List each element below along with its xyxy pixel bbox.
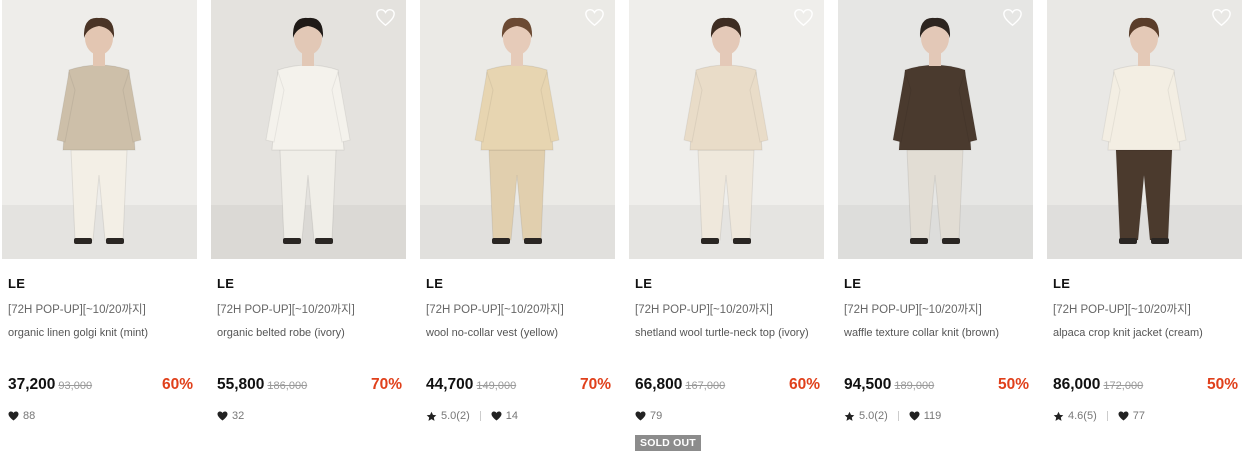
sale-price: 94,500 189,000 — [844, 376, 934, 394]
meta-divider — [897, 411, 899, 421]
original-price: 189,000 — [894, 380, 935, 392]
like-count: 77 — [1132, 410, 1145, 422]
product-meta: 79 — [635, 410, 662, 422]
product-grid: LE [72H POP-UP][~10/20까지] organic linen … — [0, 0, 1245, 463]
wishlist-heart-icon[interactable] — [375, 8, 396, 27]
brand-name[interactable]: LE — [844, 276, 861, 291]
star-icon — [426, 411, 437, 421]
original-price: 167,000 — [685, 380, 726, 392]
discount-rate: 50% — [1206, 376, 1238, 393]
discount-rate: 70% — [579, 376, 611, 393]
sale-price-value: 55,800 — [217, 376, 265, 393]
product-card[interactable]: LE [72H POP-UP][~10/20까지] wool no-collar… — [420, 0, 615, 463]
promo-tag: [72H POP-UP][~10/20까지] — [1053, 304, 1191, 316]
like-count: 88 — [23, 410, 36, 422]
wishlist-heart-icon[interactable] — [1002, 8, 1023, 27]
wishlist-heart-icon[interactable] — [584, 8, 605, 27]
sale-price: 66,800 167,000 — [635, 376, 725, 394]
heart-icon — [909, 411, 920, 421]
discount-rate: 50% — [997, 376, 1029, 393]
product-image[interactable] — [2, 0, 197, 259]
rating: 5.0(2) — [441, 410, 470, 422]
rating: 5.0(2) — [859, 410, 888, 422]
product-meta: 5.0(2) 14 — [426, 410, 518, 422]
heart-icon — [1118, 411, 1129, 421]
original-price: 93,000 — [58, 380, 93, 392]
sale-price: 55,800 186,000 — [217, 376, 307, 394]
wishlist-heart-icon[interactable] — [1211, 8, 1232, 27]
promo-tag: [72H POP-UP][~10/20까지] — [8, 304, 146, 316]
heart-icon — [635, 411, 646, 421]
sale-price: 44,700 149,000 — [426, 376, 516, 394]
product-meta: 88 — [8, 410, 35, 422]
product-name[interactable]: waffle texture collar knit (brown) — [844, 325, 1030, 342]
promo-tag: [72H POP-UP][~10/20까지] — [426, 304, 564, 316]
like-count: 14 — [505, 410, 518, 422]
model-figure — [2, 17, 197, 259]
sold-out-badge: SOLD OUT — [635, 435, 701, 451]
original-price: 149,000 — [476, 380, 517, 392]
star-icon — [844, 411, 855, 421]
meta-divider — [479, 411, 481, 421]
model-figure — [420, 17, 615, 259]
model-figure — [211, 17, 406, 259]
meta-divider — [1106, 411, 1108, 421]
product-card[interactable]: LE [72H POP-UP][~10/20까지] waffle texture… — [838, 0, 1033, 463]
sale-price: 86,000 172,000 — [1053, 376, 1143, 394]
discount-rate: 70% — [370, 376, 402, 393]
product-meta: 32 — [217, 410, 244, 422]
brand-name[interactable]: LE — [8, 276, 25, 291]
product-image[interactable] — [211, 0, 406, 259]
product-name[interactable]: wool no-collar vest (yellow) — [426, 325, 612, 342]
promo-tag: [72H POP-UP][~10/20까지] — [844, 304, 982, 316]
model-figure — [1047, 17, 1242, 259]
brand-name[interactable]: LE — [426, 276, 443, 291]
product-name[interactable]: alpaca crop knit jacket (cream) — [1053, 325, 1239, 342]
product-card[interactable]: LE [72H POP-UP][~10/20까지] organic belted… — [211, 0, 406, 463]
brand-name[interactable]: LE — [217, 276, 234, 291]
model-figure — [838, 17, 1033, 259]
product-image[interactable] — [838, 0, 1033, 259]
sale-price-value: 94,500 — [844, 376, 892, 393]
sale-price-value: 66,800 — [635, 376, 683, 393]
sale-price: 37,200 93,000 — [8, 376, 92, 394]
like-count: 32 — [232, 410, 245, 422]
like-count: 119 — [923, 410, 942, 422]
product-card[interactable]: LE [72H POP-UP][~10/20까지] shetland wool … — [629, 0, 824, 463]
original-price: 172,000 — [1103, 380, 1144, 392]
heart-icon — [217, 411, 228, 421]
discount-rate: 60% — [161, 376, 193, 393]
original-price: 186,000 — [267, 380, 308, 392]
product-name[interactable]: organic linen golgi knit (mint) — [8, 325, 194, 342]
sale-price-value: 44,700 — [426, 376, 474, 393]
product-image[interactable] — [1047, 0, 1242, 259]
product-meta: 5.0(2) 119 — [844, 410, 941, 422]
product-meta: 4.6(5) 77 — [1053, 410, 1145, 422]
heart-icon — [491, 411, 502, 421]
brand-name[interactable]: LE — [1053, 276, 1070, 291]
discount-rate: 60% — [788, 376, 820, 393]
like-count: 79 — [650, 410, 663, 422]
product-name[interactable]: shetland wool turtle-neck top (ivory) — [635, 325, 821, 342]
product-card[interactable]: LE [72H POP-UP][~10/20까지] alpaca crop kn… — [1047, 0, 1242, 463]
star-icon — [1053, 411, 1064, 421]
product-name[interactable]: organic belted robe (ivory) — [217, 325, 403, 342]
sale-price-value: 37,200 — [8, 376, 56, 393]
heart-icon — [8, 411, 19, 421]
rating: 4.6(5) — [1068, 410, 1097, 422]
model-figure — [629, 17, 824, 259]
product-card[interactable]: LE [72H POP-UP][~10/20까지] organic linen … — [2, 0, 197, 463]
brand-name[interactable]: LE — [635, 276, 652, 291]
promo-tag: [72H POP-UP][~10/20까지] — [217, 304, 355, 316]
product-image[interactable] — [629, 0, 824, 259]
wishlist-heart-icon[interactable] — [793, 8, 814, 27]
sale-price-value: 86,000 — [1053, 376, 1101, 393]
product-image[interactable] — [420, 0, 615, 259]
promo-tag: [72H POP-UP][~10/20까지] — [635, 304, 773, 316]
